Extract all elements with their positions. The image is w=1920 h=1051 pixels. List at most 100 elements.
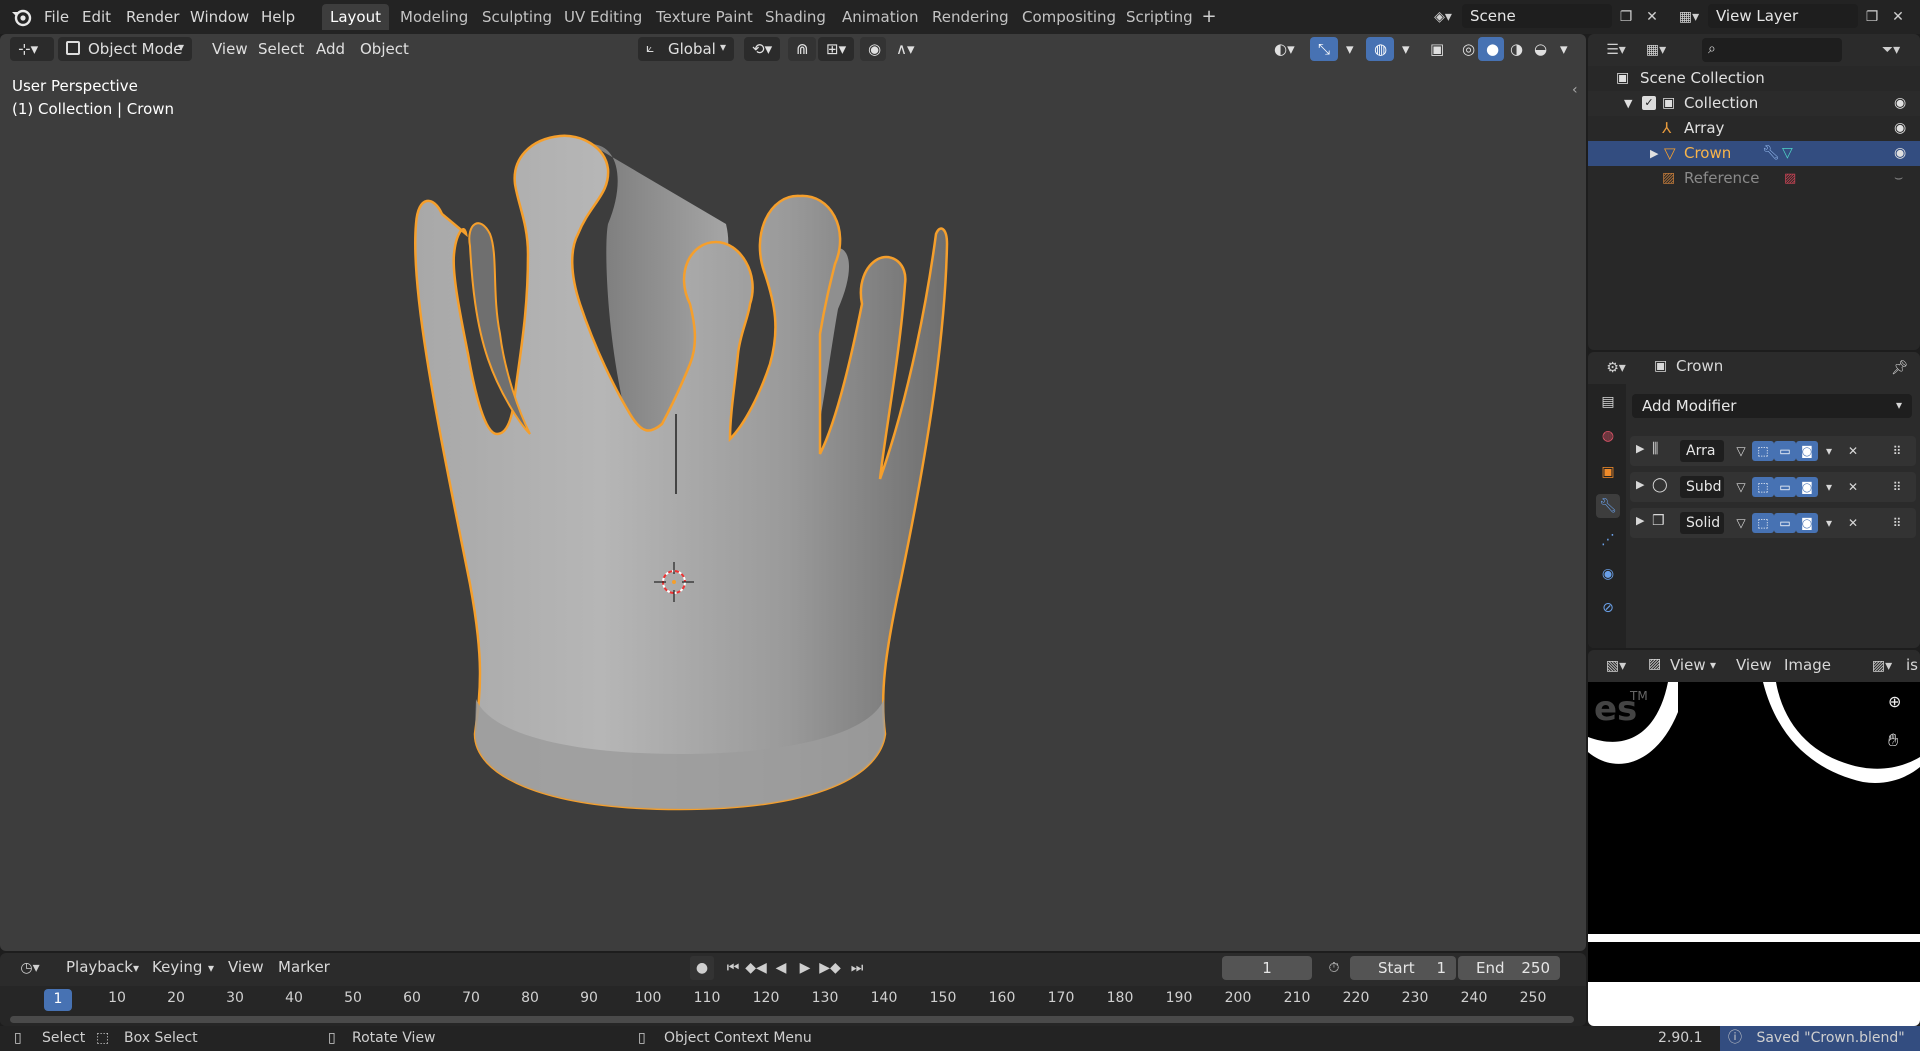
- drag-handle-icon[interactable]: ⠿: [1886, 477, 1908, 497]
- prev-keyframe-icon[interactable]: ◆◀: [744, 956, 768, 980]
- wrench-icon[interactable]: 🔧︎: [1762, 141, 1780, 166]
- timeline-menu-keying[interactable]: Keying: [152, 958, 202, 976]
- 3d-cursor-icon[interactable]: [654, 562, 694, 602]
- visibility-icon[interactable]: ◐▾: [1266, 37, 1302, 61]
- modifier-solidify[interactable]: ▶ ❒ Solid ▽ ⬚ ▭ ◙ ▾ ✕ ⠿: [1630, 508, 1916, 538]
- stopwatch-icon[interactable]: ⏱: [1322, 956, 1346, 980]
- 3d-viewport[interactable]: ⊹▾ Object Mode ▾ View Select Add Object …: [0, 34, 1586, 951]
- chevron-down-icon[interactable]: ▾: [1394, 37, 1414, 61]
- material-shading-icon[interactable]: ◑: [1502, 37, 1528, 61]
- zoom-icon[interactable]: ⊕: [1888, 692, 1901, 711]
- render-camera-icon[interactable]: ◙: [1796, 477, 1818, 497]
- outliner-search-input[interactable]: [1702, 38, 1842, 62]
- display-mode-icon[interactable]: ▦▾: [1638, 38, 1674, 62]
- view-layer-copy-icon[interactable]: ❐: [1860, 5, 1884, 29]
- close-icon[interactable]: ✕: [1842, 441, 1864, 461]
- eye-closed-icon[interactable]: ⌣: [1894, 166, 1903, 191]
- tab-uv-editing[interactable]: UV Editing: [556, 4, 650, 30]
- view-layer-browse-icon[interactable]: ▦▾: [1674, 5, 1704, 29]
- start-frame-field[interactable]: Start 1: [1350, 956, 1456, 980]
- timeline-scrollbar[interactable]: [10, 1016, 1574, 1023]
- viewport-menu-select[interactable]: Select: [250, 37, 312, 61]
- eye-icon[interactable]: ◉: [1894, 141, 1906, 166]
- pin-icon[interactable]: 📌︎: [1888, 356, 1912, 380]
- tab-scripting[interactable]: Scripting: [1118, 4, 1201, 30]
- viewport-menu-view[interactable]: View: [204, 37, 256, 61]
- viewport-display-icon[interactable]: ▭: [1774, 477, 1796, 497]
- tab-particles-icon[interactable]: ⋰: [1596, 528, 1620, 552]
- mesh-data-icon[interactable]: ▽: [1782, 141, 1793, 166]
- render-camera-icon[interactable]: ◙: [1796, 513, 1818, 533]
- overlays-icon[interactable]: ◍: [1366, 37, 1394, 61]
- record-icon[interactable]: ●: [690, 956, 714, 980]
- edit-mode-icon[interactable]: ▽: [1730, 513, 1752, 533]
- render-camera-icon[interactable]: ◙: [1796, 441, 1818, 461]
- tab-modeling[interactable]: Modeling: [392, 4, 476, 30]
- chevron-down-icon[interactable]: ▾: [1818, 513, 1840, 533]
- image-view-dropdown[interactable]: View: [1670, 656, 1706, 674]
- viewport-display-icon[interactable]: ▭: [1774, 513, 1796, 533]
- gizmo-icon[interactable]: ⤡: [1310, 37, 1338, 61]
- pivot-point-icon[interactable]: ⟲▾: [744, 37, 780, 61]
- next-keyframe-icon[interactable]: ▶◆: [818, 956, 842, 980]
- tab-modifier-icon[interactable]: 🔧︎: [1596, 494, 1620, 518]
- checkbox-icon[interactable]: ✓: [1642, 96, 1656, 110]
- image-menu-image[interactable]: Image: [1784, 656, 1831, 674]
- modifier-array[interactable]: ▶ ⫼ Arra ▽ ⬚ ▭ ◙ ▾ ✕ ⠿: [1630, 436, 1916, 466]
- filter-icon[interactable]: ⏷▾: [1874, 38, 1908, 62]
- solid-shading-icon[interactable]: ●: [1478, 37, 1504, 61]
- proportional-edit-icon[interactable]: ◉: [860, 37, 886, 61]
- expand-arrow-icon[interactable]: ▼: [1624, 91, 1632, 116]
- tab-texture-paint[interactable]: Texture Paint: [648, 4, 761, 30]
- expand-arrow-icon[interactable]: ▶: [1636, 514, 1644, 527]
- editor-type-icon[interactable]: ⊹▾: [10, 37, 54, 61]
- tab-animation[interactable]: Animation: [834, 4, 926, 30]
- image-menu-view[interactable]: View: [1736, 656, 1772, 674]
- add-workspace-icon[interactable]: +: [1198, 5, 1220, 29]
- expand-arrow-icon[interactable]: ▶: [1650, 141, 1658, 166]
- viewport-menu-add[interactable]: Add: [308, 37, 353, 61]
- xray-icon[interactable]: ▣: [1422, 37, 1448, 61]
- modifier-name-field[interactable]: Solid: [1680, 512, 1724, 534]
- jump-start-icon[interactable]: ⏮: [722, 956, 744, 980]
- tab-compositing[interactable]: Compositing: [1014, 4, 1124, 30]
- viewport-menu-object[interactable]: Object: [352, 37, 417, 61]
- timeline-menu-playback[interactable]: Playback: [66, 958, 133, 976]
- rendered-shading-icon[interactable]: ◒: [1526, 37, 1552, 61]
- outliner-row-array[interactable]: ⅄ Array ◉: [1588, 116, 1920, 141]
- modifier-subdivision[interactable]: ▶ ◯ Subd ▽ ⬚ ▭ ◙ ▾ ✕ ⠿: [1630, 472, 1916, 502]
- eye-icon[interactable]: ◉: [1894, 91, 1906, 116]
- modifier-name-field[interactable]: Subd: [1680, 476, 1724, 498]
- tab-object-icon[interactable]: ▣: [1596, 460, 1620, 484]
- scene-close-icon[interactable]: ✕: [1640, 5, 1664, 29]
- play-icon[interactable]: ▶: [794, 956, 816, 980]
- edit-mode-icon[interactable]: ▽: [1730, 477, 1752, 497]
- jump-end-icon[interactable]: ⏭: [846, 956, 868, 980]
- outliner-row-scene-collection[interactable]: ▣ Scene Collection: [1588, 66, 1920, 91]
- view-layer-close-icon[interactable]: ✕: [1886, 5, 1910, 29]
- crown-object[interactable]: [380, 134, 980, 824]
- scene-field[interactable]: Scene: [1462, 4, 1612, 28]
- outliner-row-reference[interactable]: ▨ Reference ▨ ⌣: [1588, 166, 1920, 191]
- tab-rendering[interactable]: Rendering: [924, 4, 1017, 30]
- sidebar-toggle-icon[interactable]: ‹: [1572, 82, 1578, 98]
- add-modifier-dropdown[interactable]: Add Modifier: [1632, 394, 1912, 418]
- falloff-icon[interactable]: ∧▾: [888, 37, 924, 61]
- eye-icon[interactable]: ◉: [1894, 116, 1906, 141]
- tab-layout[interactable]: Layout: [322, 4, 389, 30]
- tab-view-layer-icon[interactable]: ▤: [1596, 390, 1620, 414]
- timeline-menu-marker[interactable]: Marker: [278, 958, 330, 976]
- edit-mode-icon[interactable]: ▽: [1730, 441, 1752, 461]
- modifier-name-field[interactable]: Arra: [1680, 440, 1724, 462]
- outliner-row-collection[interactable]: ▼ ✓ ▣ Collection ◉: [1588, 91, 1920, 116]
- view-layer-field[interactable]: View Layer: [1708, 4, 1858, 28]
- chevron-down-icon[interactable]: ▾: [1818, 477, 1840, 497]
- tab-shading[interactable]: Shading: [757, 4, 834, 30]
- scene-copy-icon[interactable]: ❐: [1614, 5, 1638, 29]
- tab-sculpting[interactable]: Sculpting: [474, 4, 560, 30]
- menu-file[interactable]: File: [38, 6, 75, 28]
- close-icon[interactable]: ✕: [1842, 477, 1864, 497]
- current-frame-field[interactable]: 1: [1222, 956, 1312, 980]
- expand-arrow-icon[interactable]: ▶: [1636, 478, 1644, 491]
- tab-world-icon[interactable]: ◍: [1596, 424, 1620, 448]
